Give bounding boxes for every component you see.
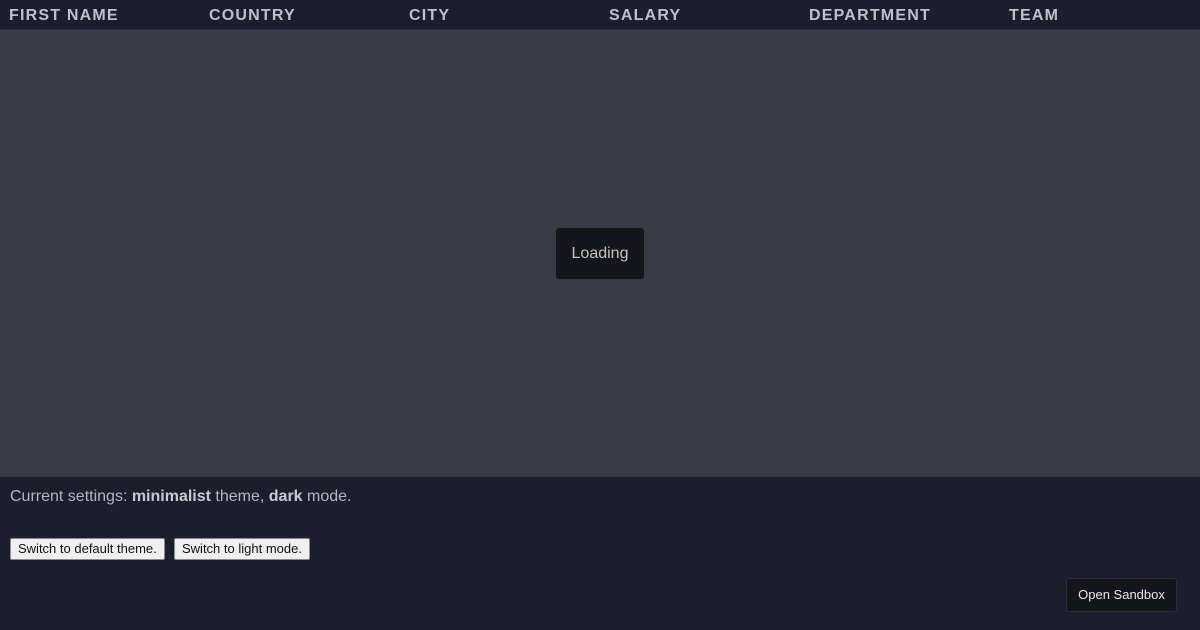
column-header-country[interactable]: COUNTRY: [209, 0, 296, 30]
theme-suffix: theme,: [210, 488, 269, 505]
settings-prefix: Current settings:: [10, 488, 132, 505]
column-header-first-name[interactable]: FIRST NAME: [9, 0, 119, 30]
loading-overlay: Loading: [556, 228, 644, 279]
switch-theme-button[interactable]: Switch to default theme.: [10, 538, 165, 560]
column-header-team[interactable]: TEAM: [1009, 0, 1059, 30]
mode-suffix: mode.: [302, 488, 352, 505]
mode-value: dark: [268, 488, 303, 505]
open-sandbox-button[interactable]: Open Sandbox: [1066, 578, 1177, 612]
column-header-salary[interactable]: SALARY: [609, 0, 681, 30]
grid-header-row: FIRST NAME COUNTRY CITY SALARY DEPARTMEN…: [0, 0, 1200, 30]
data-grid: FIRST NAME COUNTRY CITY SALARY DEPARTMEN…: [0, 0, 1200, 477]
settings-footer: Current settings: minimalist theme, dark…: [0, 477, 1200, 630]
current-settings-text: Current settings: minimalist theme, dark…: [10, 488, 352, 506]
column-header-department[interactable]: DEPARTMENT: [809, 0, 931, 30]
switch-mode-button[interactable]: Switch to light mode.: [174, 538, 310, 560]
theme-value: minimalist: [131, 488, 211, 505]
column-header-city[interactable]: CITY: [409, 0, 450, 30]
